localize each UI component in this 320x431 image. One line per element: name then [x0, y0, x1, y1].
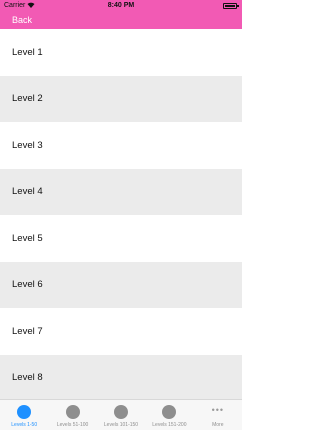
level-row[interactable]: Level 3 [0, 122, 242, 169]
level-label: Level 4 [12, 186, 43, 198]
level-row[interactable]: Level 6 [0, 261, 242, 308]
tab-levels-101-150[interactable]: Levels 101-150 [97, 400, 145, 431]
circle-icon [113, 405, 128, 419]
level-row[interactable]: Level 2 [0, 75, 242, 122]
level-row[interactable]: Level 1 [0, 29, 242, 76]
tab-label: Levels 101-150 [103, 422, 139, 428]
tab-label: Levels 51-100 [56, 422, 89, 428]
level-label: Level 5 [12, 232, 43, 244]
tab-bar: Levels 1-50 Levels 51-100 Levels 101-150… [0, 399, 242, 430]
tab-more[interactable]: ••• More [194, 400, 242, 431]
circle-icon [162, 405, 177, 419]
back-button[interactable]: Back [12, 15, 32, 25]
level-label: Level 1 [12, 46, 43, 58]
level-row[interactable]: Level 8 [0, 354, 242, 399]
tab-levels-51-100[interactable]: Levels 51-100 [48, 400, 96, 431]
level-row[interactable]: Level 5 [0, 215, 242, 262]
tab-label: Levels 151-200 [152, 422, 187, 428]
navigation-bar: Back [0, 12, 242, 29]
battery-icon [223, 3, 239, 9]
level-label: Level 8 [12, 372, 43, 384]
more-icon: ••• [211, 405, 225, 415]
level-list[interactable]: Level 1 Level 2 Level 3 Level 4 Level 5 … [0, 29, 242, 399]
level-label: Level 7 [12, 325, 43, 337]
status-bar: Carrier 8:40 PM [0, 0, 242, 12]
status-time: 8:40 PM [107, 2, 135, 9]
tab-levels-151-200[interactable]: Levels 151-200 [145, 400, 193, 431]
circle-icon [65, 405, 80, 419]
level-row[interactable]: Level 4 [0, 168, 242, 215]
level-row[interactable]: Level 7 [0, 308, 242, 355]
tab-levels-1-50[interactable]: Levels 1-50 [0, 400, 48, 431]
circle-icon [17, 405, 32, 419]
tab-label: Levels 1-50 [11, 422, 38, 428]
level-label: Level 2 [12, 93, 43, 105]
level-label: Level 3 [12, 139, 43, 151]
tab-label: More [212, 422, 224, 428]
level-label: Level 6 [12, 279, 43, 291]
